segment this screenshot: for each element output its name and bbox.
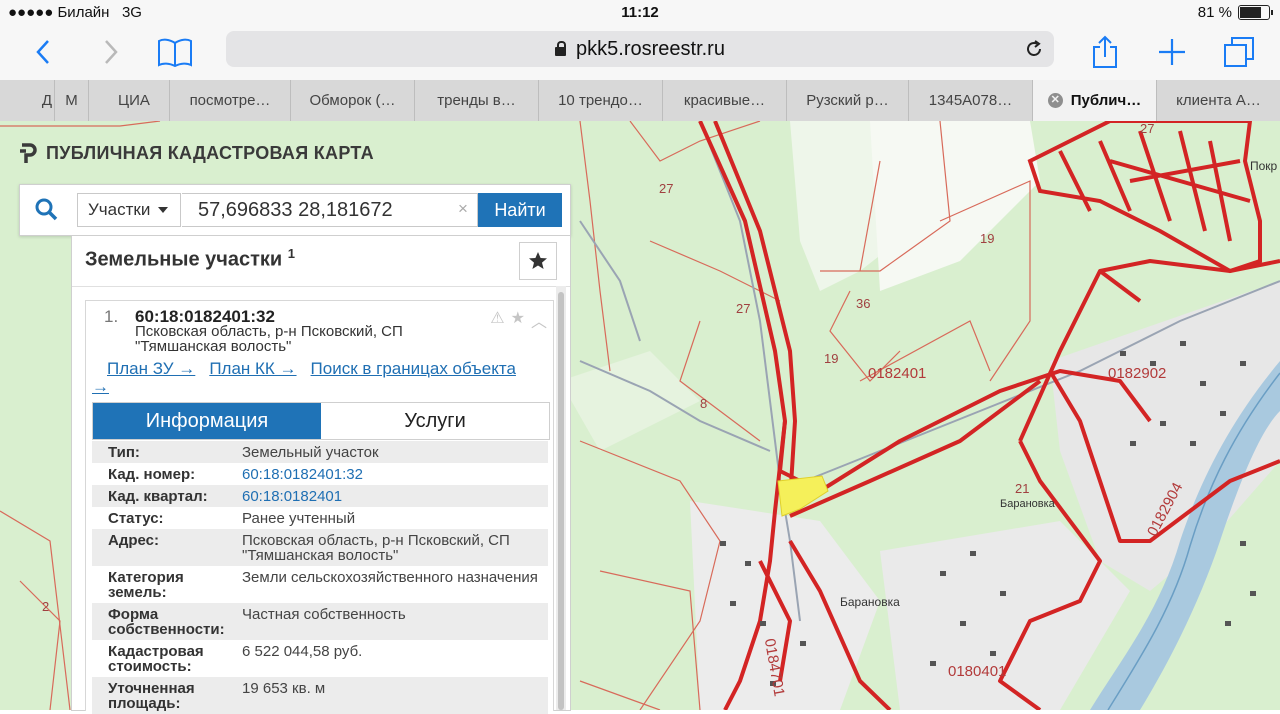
share-button[interactable] [1085,32,1125,72]
info-row: Уточненная площадь: 19 653 кв. м [92,677,548,714]
plan-zu-link[interactable]: План ЗУ → [107,359,195,378]
find-button[interactable]: Найти [478,193,562,227]
cad-quarter-link[interactable]: 60:18:0182401 [242,489,548,504]
site-title: ПУБЛИЧНАЯ КАДАСТРОВАЯ КАРТА [46,142,374,163]
result-actions: ⚠ ★ ︿ [490,308,547,332]
quarter-label: 0182902 [1108,365,1167,382]
info-row: Статус: Ранее учтенный [108,510,356,527]
quarter-label: 0180401 [948,663,1007,680]
search-icon[interactable] [34,197,58,221]
result-count: 1 [287,246,296,261]
place-name-label: Покр [1250,159,1278,173]
tab-active[interactable]: ✕ Публич… [1033,80,1157,121]
tab-information[interactable]: Информация [93,403,321,439]
info-row: Кадастровая стоимость: 6 522 044,58 руб. [108,643,363,675]
rosreestr-logo-icon [20,143,37,163]
back-button[interactable] [24,32,64,72]
cad-number-link[interactable]: 60:18:0182401:32 [242,467,548,482]
site-header: ПУБЛИЧНАЯ КАДАСТРОВАЯ КАРТА [18,141,374,165]
info-table: Тип: Земельный участок Кад. номер: 60:18:0… [92,441,548,714]
result-index: 1. [104,307,119,326]
clock: 11:12 [621,4,659,21]
parcel-number-label: 27 [1140,121,1155,136]
info-row: Категория земель: Земли сельскохозяйствен… [108,569,538,601]
info-row: Форма собственности: Частная собственност… [92,603,548,640]
info-row: Кад. номер: 60:18:0182401:32 [92,463,548,485]
tab[interactable]: 1345А078… [909,80,1033,121]
parcel-number-label: 19 [980,231,995,246]
lock-icon [555,40,567,56]
new-tab-button[interactable] [1152,32,1192,72]
tab[interactable]: красивые… [663,80,787,121]
chevron-left-icon [36,40,49,64]
results-panel: Земельные участки 1 1. 60:18:0182401:32 … [71,236,571,714]
tab[interactable]: М [55,80,89,121]
favorite-button[interactable] [519,242,557,280]
info-row: Кад. квартал: 60:18:0182401 [92,485,548,507]
info-row: Адрес: Псковская область, р-н Псковский, … [92,529,548,566]
chevron-right-icon [105,40,118,64]
parcel-number-label: 27 [736,301,751,316]
tabs-overview-button[interactable] [1219,32,1259,72]
share-icon [1093,35,1117,68]
forward-button[interactable] [90,32,130,72]
parcel-number-label: 27 [659,181,674,196]
clear-icon[interactable]: × [458,199,468,219]
place-name-label: Барановка [840,595,900,609]
scrollbar[interactable] [556,286,566,710]
search-type-select[interactable]: Участки [77,193,181,227]
battery-info: 81 % [1197,4,1273,21]
chevron-up-icon[interactable]: ︿ [531,308,547,332]
result-links: План ЗУ → План КК → Поиск в границах объек… [92,360,542,396]
plan-kk-link[interactable]: План КК → [209,359,296,378]
star-icon [529,252,547,269]
place-name-label: Барановка [1000,498,1055,510]
warning-icon[interactable]: ⚠ [490,308,504,332]
tabs-icon [1224,37,1254,67]
quarter-label: 0182401 [868,365,927,382]
search-bar: Участки 57,696833 28,181672 × Найти [19,184,571,236]
battery-icon [1238,5,1273,20]
tab[interactable]: Рузский р… [787,80,909,121]
tab[interactable]: клиента А… [1157,80,1280,121]
parcel-number-label: 21 [1015,481,1030,496]
info-row: Тип: Земельный участок [92,441,548,463]
tab[interactable]: посмотре… [170,80,291,121]
plus-icon [1159,39,1185,65]
tab[interactable]: Д [0,80,55,121]
book-icon [158,38,192,67]
caret-down-icon [158,207,169,213]
result-address: Псковская область, р-н Псковский, СП "Тя… [135,323,403,355]
address-bar[interactable]: pkk5.rosreestr.ru [226,31,1054,67]
panel-header: Земельные участки 1 [72,236,570,287]
browser-toolbar: pkk5.rosreestr.ru [0,26,1280,80]
tab[interactable]: тренды в… [415,80,539,121]
star-icon[interactable]: ★ [511,308,525,332]
close-tab-icon[interactable]: ✕ [1047,93,1063,108]
result-card: 1. 60:18:0182401:32 Псковская область, р… [85,300,554,714]
search-input[interactable]: 57,696833 28,181672 [182,193,478,227]
info-tabs: Информация Услуги [92,402,550,440]
url-text: pkk5.rosreestr.ru [576,37,725,60]
parcel-number-label: 2 [42,599,50,614]
bookmarks-button[interactable] [155,32,195,72]
tab[interactable]: 10 трендо… [539,80,663,121]
battery-percent: 81 % [1197,4,1232,21]
status-bar: ●●●●● Билайн 3G 11:12 81 % [0,0,1280,26]
tab[interactable]: Обморок (… [291,80,415,121]
tab[interactable]: ЦИА [89,80,170,121]
panel-title: Земельные участки 1 [85,246,296,271]
tab-services[interactable]: Услуги [321,403,549,439]
reload-icon[interactable] [1024,39,1044,59]
parcel-number-label: 8 [700,396,708,411]
parcel-number-label: 36 [856,296,871,311]
tab-bar: Д М ЦИА посмотре… Обморок (… тренды в… 1… [0,80,1280,122]
parcel-number-label: 19 [824,351,839,366]
